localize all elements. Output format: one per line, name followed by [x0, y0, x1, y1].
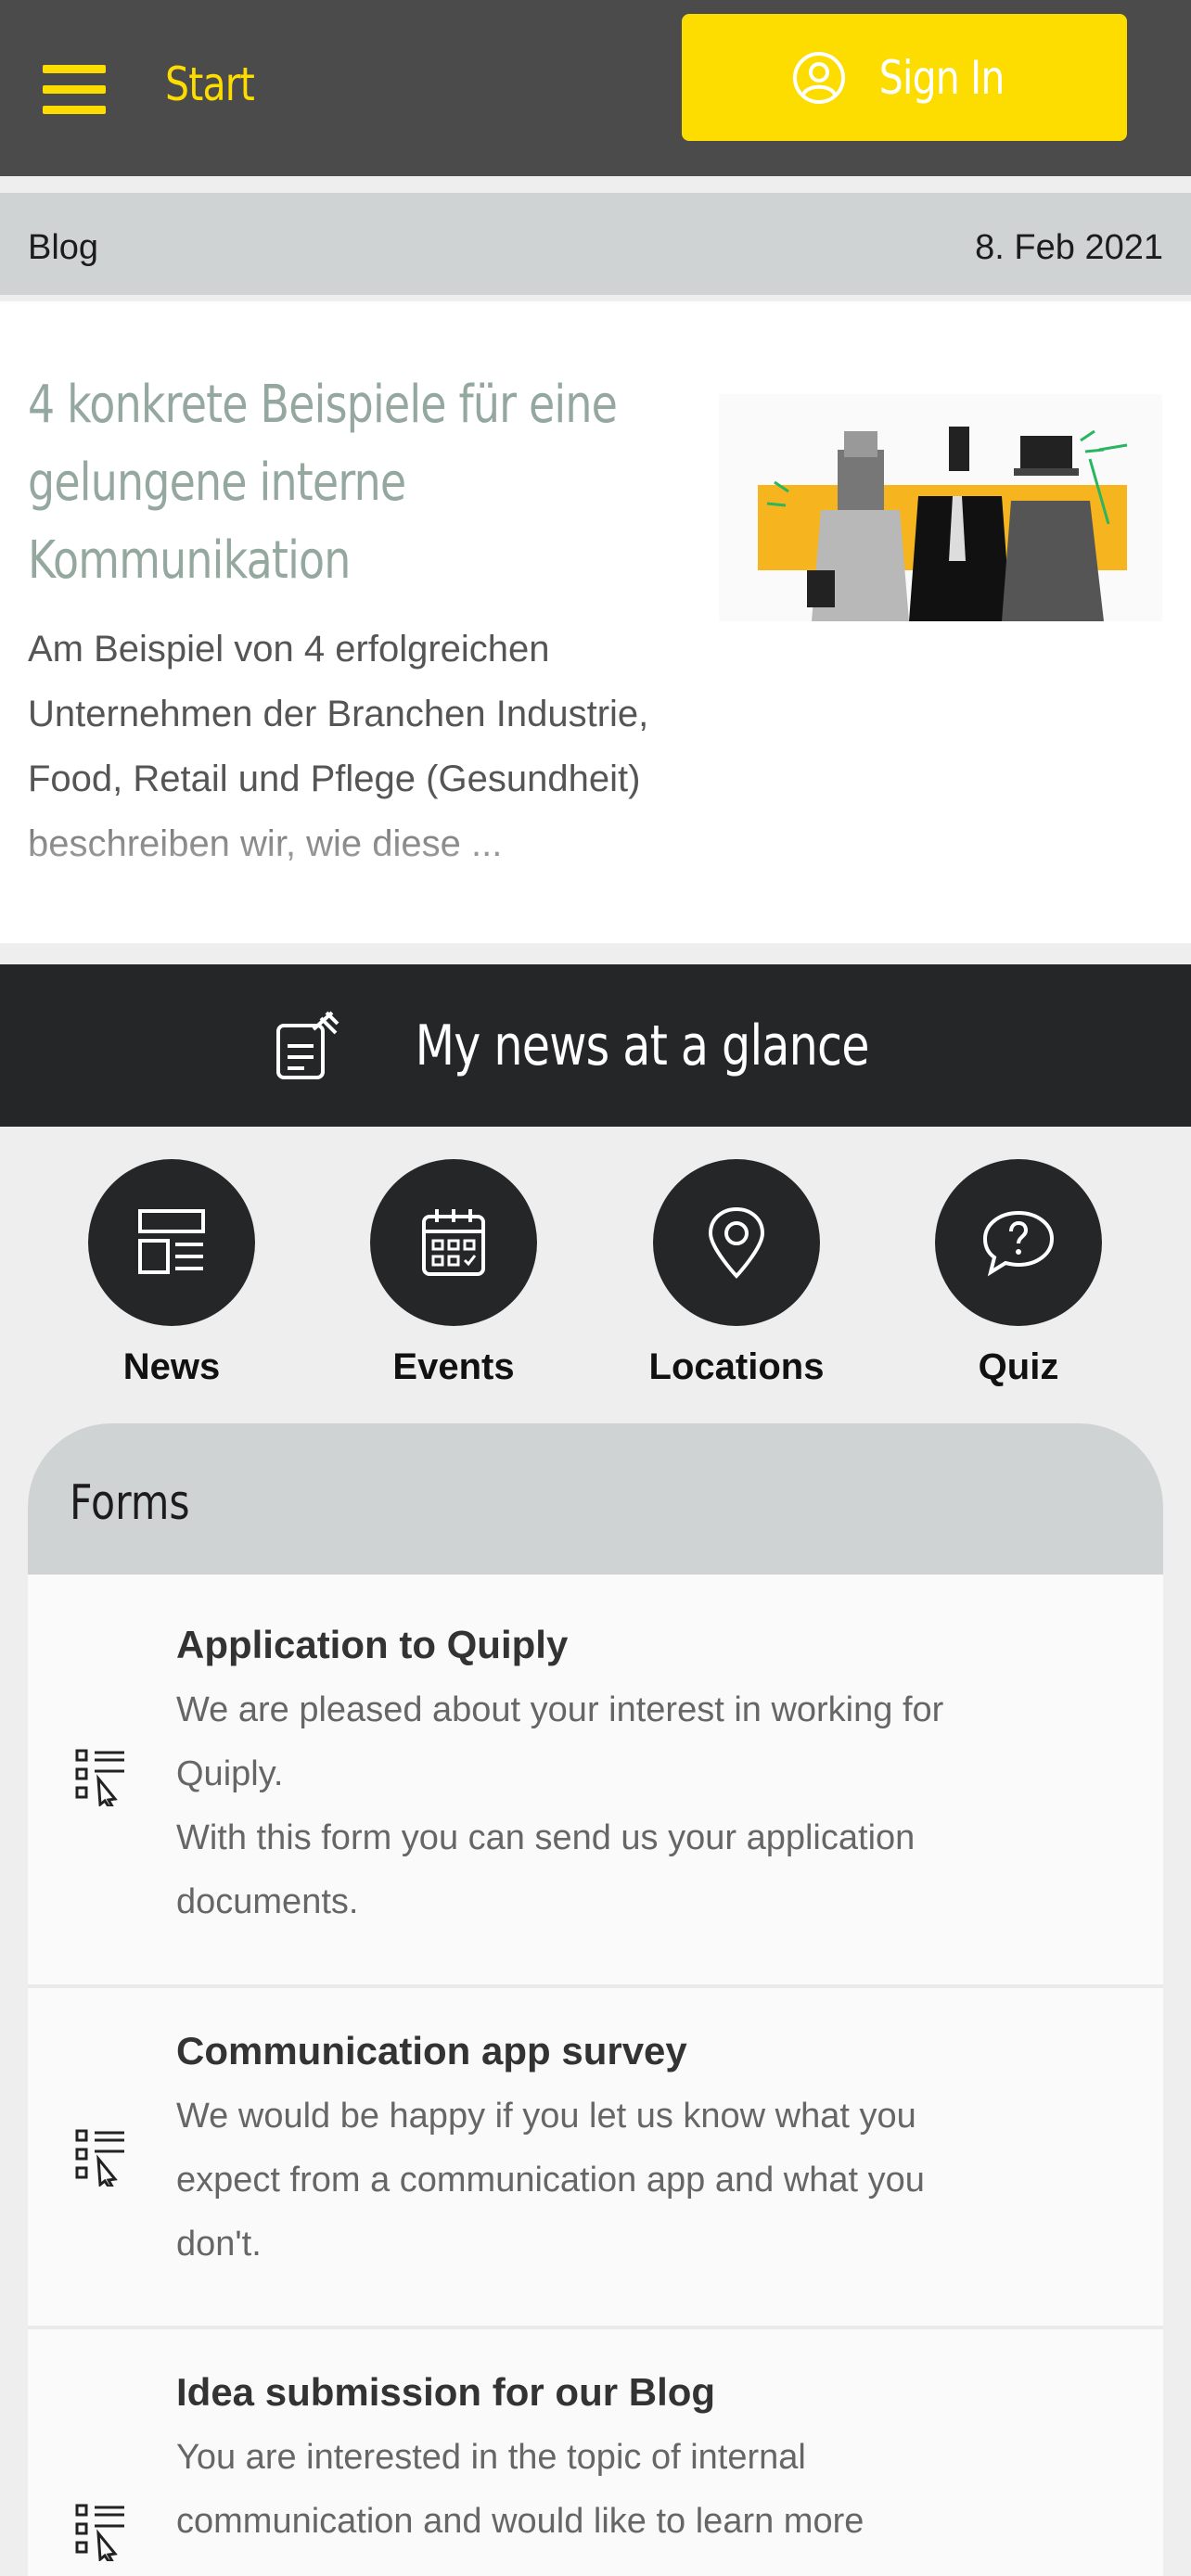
banner-title: My news at a glance [415, 1013, 869, 1078]
sign-in-label: Sign In [878, 50, 1005, 105]
forms-section: Forms Application to Quiply We are pleas… [28, 1423, 1163, 2576]
quick-nav-events[interactable]: Events [342, 1159, 565, 1388]
quick-nav-label: News [122, 1346, 221, 1387]
user-circle-icon [792, 51, 845, 104]
blog-date: 8. Feb 2021 [975, 228, 1163, 267]
form-title: Communication app survey [176, 2029, 687, 2072]
excerpt-fade [0, 793, 705, 943]
quick-nav-quiz[interactable]: Quiz [907, 1159, 1130, 1388]
calendar-icon [422, 1209, 485, 1276]
form-title: Application to Quiply [176, 1623, 569, 1666]
form-checklist-icon [75, 2504, 124, 2561]
location-pin-icon [708, 1206, 765, 1279]
form-description: We are pleased about your interest in wo… [176, 1690, 944, 1921]
forms-title: Forms [70, 1475, 190, 1531]
quick-nav-news-circle[interactable] [88, 1159, 255, 1326]
forms-header: Forms [28, 1423, 1163, 1575]
form-checklist-icon [75, 2129, 124, 2187]
sign-in-button[interactable]: Sign In [682, 14, 1127, 141]
app-header: Start Sign In [0, 0, 1191, 176]
quick-nav-locations[interactable]: Locations [625, 1159, 848, 1388]
hamburger-icon[interactable] [43, 65, 106, 114]
form-description: We would be happy if you let us know wha… [176, 2097, 925, 2264]
quick-nav-label: Locations [648, 1346, 825, 1387]
form-item-idea-submission[interactable]: Idea submission for our Blog You are int… [28, 2326, 1163, 2576]
form-item-application[interactable]: Application to Quiply We are pleased abo… [28, 1575, 1163, 1984]
quick-nav-label: Events [392, 1346, 515, 1387]
form-description: You are interested in the topic of inter… [176, 2438, 864, 2541]
page-title: Start [165, 57, 255, 111]
form-checklist-icon [75, 1749, 124, 1806]
news-edit-icon [275, 1011, 339, 1079]
blog-category: Blog [28, 228, 99, 267]
blog-article-card[interactable]: 4 konkrete Beispiele für eine gelungene … [0, 301, 1191, 943]
question-bubble-icon [982, 1210, 1055, 1277]
blog-meta-bar: Blog 8. Feb 2021 [0, 193, 1191, 295]
news-at-a-glance-banner: My news at a glance [0, 964, 1191, 1127]
article-image[interactable] [719, 394, 1162, 621]
quick-nav-label: Quiz [978, 1346, 1059, 1387]
quick-nav-events-circle[interactable] [370, 1159, 537, 1326]
quick-nav-news[interactable]: News [60, 1159, 283, 1388]
quick-nav-quiz-circle[interactable] [935, 1159, 1102, 1326]
news-layout-icon [138, 1209, 205, 1274]
form-title: Idea submission for our Blog [176, 2370, 716, 2414]
form-item-survey[interactable]: Communication app survey We would be hap… [28, 1984, 1163, 2326]
quick-nav-locations-circle[interactable] [653, 1159, 820, 1326]
article-title[interactable]: 4 konkrete Beispiele für eine gelungene … [28, 366, 682, 600]
